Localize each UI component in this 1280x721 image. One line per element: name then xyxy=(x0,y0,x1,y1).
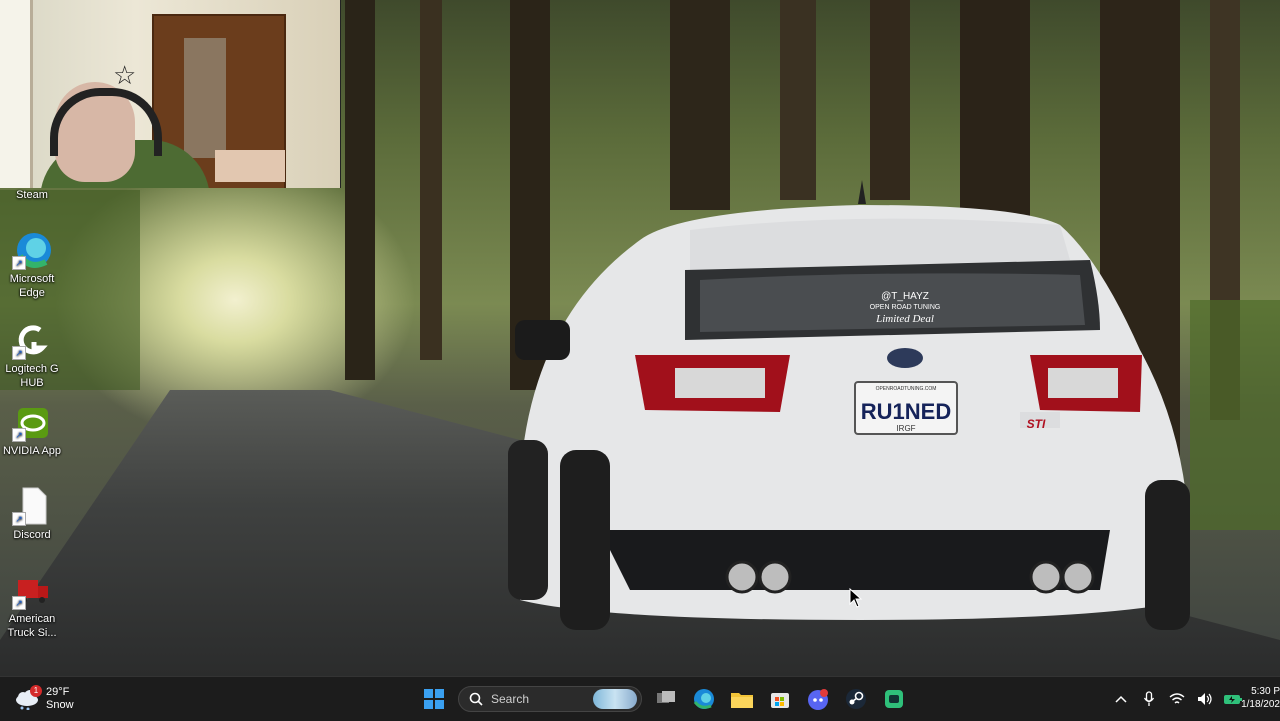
desktop-icon-american-truck[interactable]: ↗ American Truck Si... xyxy=(0,570,64,640)
clock-date: 1/18/202 xyxy=(1241,699,1280,710)
microphone-icon xyxy=(1143,691,1155,706)
desktop-icon-label: Discord xyxy=(13,529,51,541)
task-view-button[interactable] xyxy=(650,683,682,715)
license-plate-text: RU1NED xyxy=(861,399,951,424)
star-decoration: ☆ xyxy=(113,60,137,90)
desktop-icon-label: American Truck Si... xyxy=(7,613,57,639)
weather-condition: Snow xyxy=(46,699,74,711)
search-placeholder: Search xyxy=(491,692,530,706)
clock[interactable]: 5:30 P 1/18/202 xyxy=(1240,685,1280,711)
volume-icon xyxy=(1198,693,1212,705)
task-view-icon xyxy=(657,691,675,703)
steam-icon xyxy=(846,689,866,709)
start-icon xyxy=(424,689,444,709)
file-explorer-button[interactable] xyxy=(726,683,758,715)
wifi-icon xyxy=(1169,693,1185,704)
desktop-icon-nvidia[interactable]: ↗ NVIDIA App xyxy=(0,402,64,458)
file-explorer-icon xyxy=(731,693,753,708)
search-icon xyxy=(469,692,483,706)
car-image: STI RU1NED OPENROADTUNING.COM IRGF @T_HA… xyxy=(508,180,1190,630)
notification-badge: 1 xyxy=(30,685,42,697)
discord-taskbar-button[interactable] xyxy=(802,683,834,715)
microsoft-store-icon xyxy=(771,693,789,708)
volume-button[interactable] xyxy=(1194,688,1216,710)
discord-icon xyxy=(808,689,828,710)
clock-time: 5:30 P xyxy=(1251,686,1280,697)
taskbar-center: Search xyxy=(418,681,910,717)
desktop-icon-steam[interactable]: Steam xyxy=(0,188,64,202)
desktop-icon-discord[interactable]: ↗ Discord xyxy=(0,486,64,542)
system-tray xyxy=(1110,681,1244,717)
truck-icon: ↗ xyxy=(12,570,52,610)
desktop-icon-label: Microsoft Edge xyxy=(9,273,55,299)
license-plate-top: OPENROADTUNING.COM xyxy=(876,386,937,392)
show-hidden-icons-button[interactable] xyxy=(1110,688,1132,710)
desktop-icon-label: Logitech G HUB xyxy=(5,363,59,389)
edge-taskbar-button[interactable] xyxy=(688,683,720,715)
sticker-line-3: Limited Deal xyxy=(875,313,934,325)
edge-icon: ↗ xyxy=(12,230,52,270)
chevron-up-icon xyxy=(1115,695,1127,703)
sti-badge: STI xyxy=(1027,417,1046,431)
taskbar: 1 29°F Snow Search 5:30 P 1/18/202 xyxy=(0,676,1280,721)
microsoft-store-button[interactable] xyxy=(764,683,796,715)
file-icon: ↗ xyxy=(12,486,52,526)
weather-temp: 29°F xyxy=(46,686,70,698)
desktop-icon-label: NVIDIA App xyxy=(2,445,62,457)
nvidia-icon: ↗ xyxy=(12,402,52,442)
desktop-icon-label: Steam xyxy=(16,189,48,201)
webcam-overlay: ☆ xyxy=(0,0,341,188)
desktop-icon-logitech[interactable]: ↗ Logitech G HUB xyxy=(0,320,64,390)
search-highlight-image xyxy=(593,689,637,709)
license-plate-bottom: IRGF xyxy=(896,424,915,433)
snow-cloud-icon: 1 xyxy=(14,685,42,711)
weather-widget[interactable]: 1 29°F Snow xyxy=(14,683,74,715)
taskbar-search[interactable]: Search xyxy=(458,686,642,712)
pinned-app-button[interactable] xyxy=(878,683,910,715)
logitech-icon: ↗ xyxy=(12,320,52,360)
desktop-icon-edge[interactable]: ↗ Microsoft Edge xyxy=(0,230,64,300)
steam-taskbar-button[interactable] xyxy=(840,683,872,715)
edge-icon xyxy=(693,689,714,709)
app-icon xyxy=(885,690,903,708)
microphone-button[interactable] xyxy=(1138,688,1160,710)
start-button[interactable] xyxy=(418,683,450,715)
sticker-line-2: OPEN ROAD TUNING xyxy=(870,304,941,311)
sticker-line-1: @T_HAYZ xyxy=(881,291,929,302)
network-button[interactable] xyxy=(1166,688,1188,710)
mouse-cursor-icon xyxy=(849,588,863,608)
